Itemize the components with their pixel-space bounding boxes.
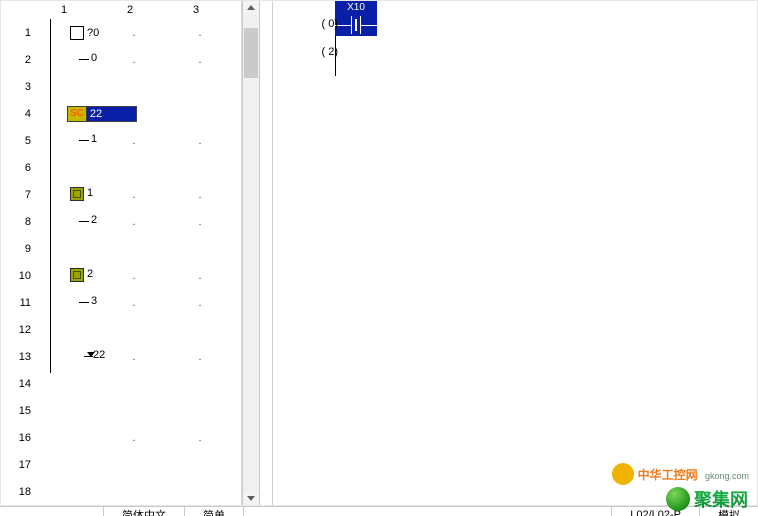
grid-row[interactable]: 15 [1,397,241,424]
watermark-gkong: 中华工控网 gkong.com [612,463,749,485]
initial-step-icon[interactable] [70,26,84,40]
status-bar: 简体中文 简单 L02/L02-P 模拟 [0,506,758,516]
col-header-2: 2 [97,4,163,16]
grid-row[interactable]: 5 1 . . [1,127,241,154]
grid-row[interactable]: 14 [1,370,241,397]
grid-row[interactable]: 16 . . [1,424,241,451]
grid-row[interactable]: 6 [1,154,241,181]
step-block-icon[interactable] [70,187,84,201]
grid-row[interactable]: 10 2 . . [1,262,241,289]
sc-label-icon: SC [67,106,87,122]
status-simulation: 模拟 [700,507,758,516]
main-area: 1 2 3 1 ?0 . . 2 0 . [0,0,758,506]
grid-row[interactable]: 18 [1,478,241,505]
grid-row[interactable]: 9 [1,235,241,262]
rung-number: ( 2) [283,46,344,58]
grid-row[interactable]: 2 0 . . [1,46,241,73]
grid-row[interactable]: 12 [1,316,241,343]
scroll-thumb[interactable] [244,28,258,78]
rising-pulse-contact-icon [347,16,365,34]
column-headers: 1 2 3 [1,1,241,19]
sfc-grid-pane[interactable]: 1 2 3 1 ?0 . . 2 0 . [1,1,242,505]
step-block-icon[interactable] [70,268,84,282]
status-language: 简体中文 [104,507,185,516]
rung-number: ( 0) [283,18,344,30]
grid-row[interactable]: 4 SC 22 [1,100,241,127]
ladder-pane[interactable]: X10 ( 0) ( 2) 中华工控网 [273,1,757,505]
grid-row[interactable]: 13 22 . . [1,343,241,370]
gear-icon [612,463,634,485]
grid-row[interactable]: 1 ?0 . . [1,19,241,46]
scroll-up-button[interactable] [243,1,259,14]
pane-splitter[interactable] [260,1,273,505]
grid-row[interactable]: 7 1 . . [1,181,241,208]
grid-row[interactable]: 3 [1,73,241,100]
status-mode: 简单 [185,507,244,516]
col-header-3: 3 [163,4,229,16]
status-plc-model: L02/L02-P [611,507,700,516]
scroll-down-button[interactable] [243,492,259,505]
left-scrollbar[interactable] [242,1,260,505]
grid-row[interactable]: 17 [1,451,241,478]
grid-row[interactable]: 8 2 . . [1,208,241,235]
col-header-1: 1 [31,4,97,16]
grid-body[interactable]: 1 ?0 . . 2 0 . . 3 [1,19,241,505]
app-root: 1 2 3 1 ?0 . . 2 0 . [0,0,758,516]
grid-row[interactable]: 11 3 . . [1,289,241,316]
